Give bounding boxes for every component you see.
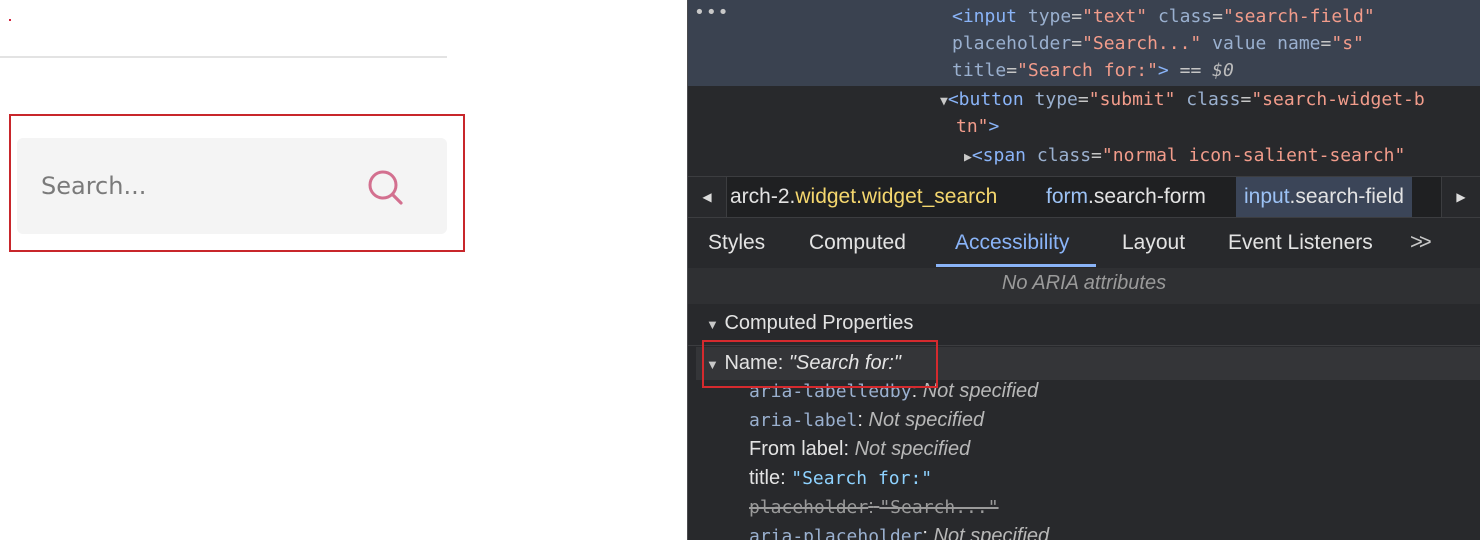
dom-line-input-attrs[interactable]: placeholder="Search..." value name="s" [952,30,1364,57]
dom-attr-name: class [1186,89,1241,110]
dom-attr-name: type [1034,89,1078,110]
search-form [17,138,447,234]
dom-attr-name: placeholder [952,33,1072,54]
breadcrumb-element: form [1046,185,1088,208]
prop-from-label: From label: Not specified [749,438,971,460]
console-ref: $0 [1212,60,1234,81]
name-highlight-box [702,340,938,388]
breadcrumb-class: widget.widget_search [795,185,998,208]
section-title: Computed Properties [724,312,914,334]
computed-properties-header[interactable]: ▼ Computed Properties [706,312,913,335]
prop-aria-placeholder: aria-placeholder: Not specified [749,525,1050,540]
breadcrumb-item-widget[interactable]: arch-2.widget.widget_search [722,177,1005,217]
breadcrumb: ◀ arch-2.widget.widget_search form.searc… [688,176,1480,218]
dom-tag: <span [971,145,1027,166]
dom-attr-value: "text" [1082,6,1148,27]
dom-attr-value: "submit" [1088,89,1176,110]
dom-attr-name: type [1027,6,1072,27]
search-icon [368,170,403,205]
dom-attr-value: tn" [956,116,989,137]
tab-computed[interactable]: Computed [809,218,906,268]
breadcrumb-item-form[interactable]: form.search-form [1038,177,1214,217]
expand-triangle-right-icon[interactable]: ▶ [964,144,972,171]
breadcrumb-class: .search-field [1289,185,1404,208]
dom-eq: == [1179,60,1202,81]
search-button[interactable] [362,164,410,212]
breadcrumb-class: .search-form [1088,185,1206,208]
page-divider [0,56,447,58]
tab-styles[interactable]: Styles [708,218,765,268]
decorative-dot [9,19,11,21]
devtools-panel: ••• <input type="text" class="search-fie… [687,0,1480,540]
breadcrumb-right-arrow-icon[interactable]: ▶ [1441,177,1480,217]
rendered-page [0,0,687,540]
breadcrumb-element: arch-2. [730,185,796,208]
active-tab-indicator [936,264,1096,267]
breadcrumb-element: input [1244,185,1290,208]
dom-tag: > [988,116,1000,137]
no-aria-attributes: No ARIA attributes [688,268,1480,304]
dom-attr-value: "search-widget-b [1251,89,1425,110]
dom-tag: <button [947,89,1024,110]
sidebar-tabs: Styles Computed Accessibility Layout Eve… [688,218,1480,269]
dom-attr-value: "Search for:" [1017,60,1158,81]
dom-attr-value: "Search..." [1082,33,1202,54]
dom-attr-value: "search-field" [1222,6,1375,27]
dom-attr-name: class [1157,6,1213,27]
tab-event-listeners[interactable]: Event Listeners [1228,218,1373,268]
dom-line-button[interactable]: ▼<button type="submit" class="search-wid… [940,86,1425,115]
node-menu-ellipsis[interactable]: ••• [694,2,730,23]
dom-line-input[interactable]: <input type="text" class="search-field" [952,3,1375,30]
dom-tag: <input [952,6,1018,27]
expand-triangle-down-icon[interactable]: ▼ [706,317,719,332]
prop-aria-label: aria-label: Not specified [749,409,985,431]
dom-attr-name: name [1277,33,1321,54]
dom-attr-name: class [1036,145,1092,166]
prop-placeholder: placeholder: "Search..." [749,496,999,518]
dom-attr-value: "s" [1331,33,1364,54]
search-input[interactable] [41,168,341,204]
expand-triangle-down-icon[interactable]: ▼ [940,88,948,115]
dom-line-button-cont: tn"> [956,113,999,140]
dom-line-span[interactable]: ▶<span class="normal icon-salient-search… [964,142,1405,171]
dom-attr-value: "normal icon-salient-search" [1101,145,1406,166]
more-tabs-chevron-icon[interactable]: >> [1410,218,1432,268]
dom-attr-name: value [1212,33,1267,54]
tab-layout[interactable]: Layout [1122,218,1185,268]
tab-accessibility[interactable]: Accessibility [955,218,1069,268]
breadcrumb-item-input[interactable]: input.search-field [1236,177,1412,217]
dom-line-input-title[interactable]: title="Search for:"> == $0 [952,57,1234,84]
dom-tree: ••• <input type="text" class="search-fie… [688,0,1480,176]
dom-attr-name: title [952,60,1007,81]
prop-title: title: "Search for:" [749,467,933,489]
dom-tag: > [1157,60,1169,81]
